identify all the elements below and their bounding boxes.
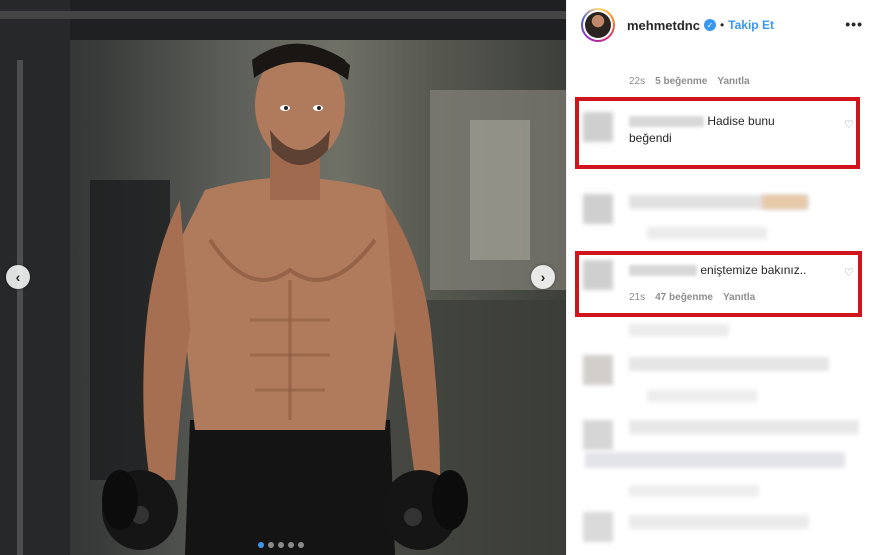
commenter-avatar-blurred [583,194,613,224]
commenter-avatar-blurred [583,355,613,385]
highlight-box [575,251,862,317]
gym-photo-illustration [0,0,566,555]
blurred-comment [647,390,757,402]
carousel-dot [278,542,284,548]
blurred-comment [629,324,729,336]
carousel-dot [288,542,294,548]
post-photo[interactable]: ‹ › [0,0,566,555]
verified-badge-icon: ✓ [703,19,716,31]
highlight-box [575,97,860,169]
blurred-comment [629,357,829,371]
blurred-comment [629,515,809,529]
avatar[interactable] [581,8,615,42]
comment-likes[interactable]: 5 beğenme [655,76,707,87]
carousel-indicator [258,542,304,548]
carousel-dot [298,542,304,548]
more-options-icon[interactable]: ••• [845,16,863,32]
comment-meta: 22s 5 beğenme Yanıtla [629,76,750,87]
reply-button[interactable]: Yanıtla [717,76,749,87]
carousel-dot [268,542,274,548]
blurred-comment [647,227,767,239]
carousel-dot [258,542,264,548]
blurred-comment [629,485,759,497]
follow-button[interactable]: Takip Et [728,18,774,32]
post-side-panel: mehmetdnc ✓ • Takip Et ••• 22s 5 beğenme… [566,0,876,555]
previous-image-arrow-icon[interactable]: ‹ [6,265,30,289]
blurred-comment [585,452,845,468]
separator-dot: • [719,18,725,32]
commenter-avatar-blurred [583,420,613,450]
blurred-comment [762,195,807,209]
next-image-arrow-icon[interactable]: › [531,265,555,289]
username[interactable]: mehmetdnc [627,18,700,33]
commenter-avatar-blurred [583,512,613,542]
blurred-comment [629,420,859,434]
post-header: mehmetdnc ✓ • Takip Et ••• [567,0,876,50]
comment-time: 22s [629,76,646,87]
